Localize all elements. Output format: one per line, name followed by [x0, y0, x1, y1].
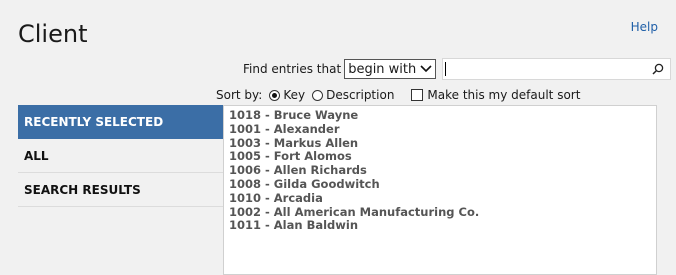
match-mode-select[interactable]: begin with	[344, 59, 437, 79]
list-item[interactable]: 1003 - Markus Allen	[224, 136, 656, 151]
default-sort-checkbox[interactable]	[411, 89, 424, 101]
sidebar-item-search-results[interactable]: SEARCH RESULTS	[18, 173, 223, 207]
default-sort-label: Make this my default sort	[427, 88, 581, 102]
find-row: Find entries that begin with	[243, 58, 672, 80]
search-icon[interactable]	[651, 62, 665, 76]
sort-key-label: Key	[283, 88, 306, 102]
list-item[interactable]: 1008 - Gilda Goodwitch	[224, 177, 656, 192]
page-title: Client	[18, 20, 88, 48]
list-item[interactable]: 1011 - Alan Baldwin	[224, 219, 656, 233]
list-item[interactable]: 1002 - All American Manufacturing Co.	[224, 205, 656, 220]
sort-description-label: Description	[326, 88, 395, 102]
chevron-down-icon	[420, 65, 432, 73]
sort-row: Sort by: Key Description Make this my de…	[216, 86, 580, 104]
search-input[interactable]	[442, 58, 672, 80]
help-link[interactable]: Help	[631, 20, 658, 34]
sidebar-item-recently-selected[interactable]: RECENTLY SELECTED	[18, 105, 223, 139]
sidebar-item-all[interactable]: ALL	[18, 139, 223, 173]
list-item[interactable]: 1001 - Alexander	[224, 122, 656, 137]
entries-list: 1018 - Bruce Wayne 1001 - Alexander 1003…	[223, 105, 657, 275]
sidebar: RECENTLY SELECTED ALL SEARCH RESULTS	[18, 105, 223, 207]
list-item[interactable]: 1018 - Bruce Wayne	[224, 108, 656, 123]
list-item[interactable]: 1005 - Fort Alomos	[224, 150, 656, 164]
list-item[interactable]: 1010 - Arcadia	[224, 191, 656, 206]
match-mode-value: begin with	[348, 61, 417, 77]
list-item[interactable]: 1006 - Allen Richards	[224, 163, 656, 178]
sort-label: Sort by:	[216, 88, 263, 102]
find-label: Find entries that	[243, 62, 342, 76]
text-cursor	[445, 62, 447, 76]
sort-description-radio[interactable]	[312, 89, 324, 101]
sort-key-radio[interactable]	[269, 89, 281, 101]
